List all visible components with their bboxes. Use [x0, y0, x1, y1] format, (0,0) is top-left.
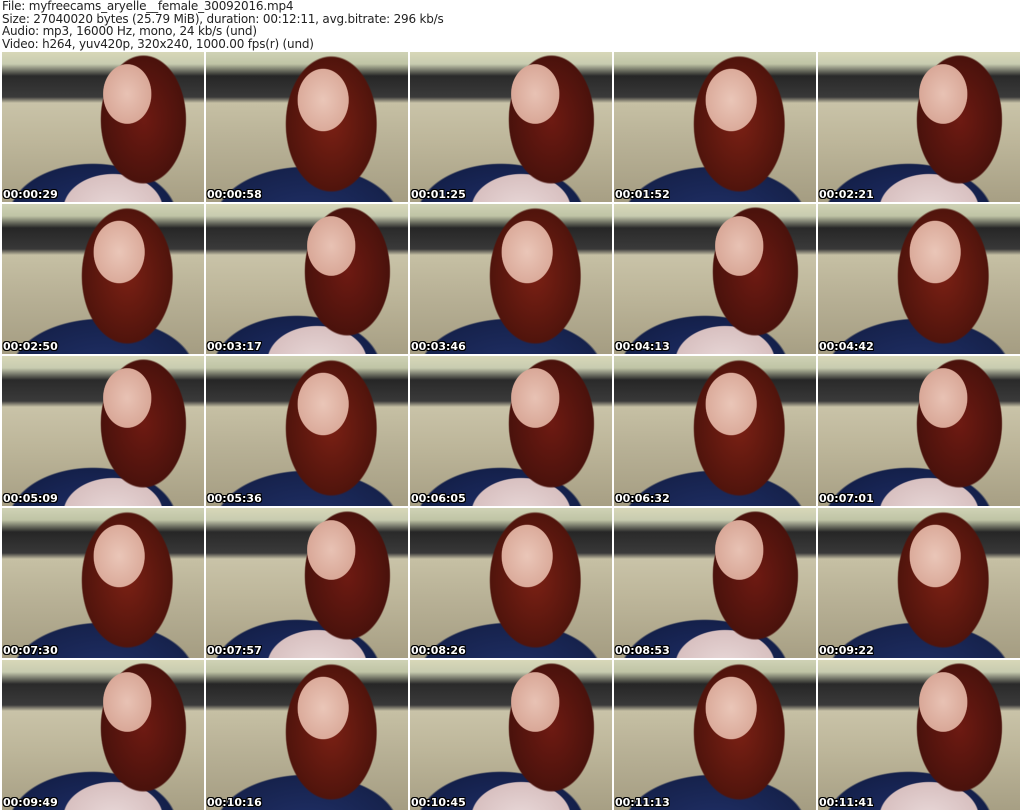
file-info-header: File: myfreecams_aryelle__female_3009201…: [2, 0, 444, 50]
video-thumbnail: 00:02:50: [2, 204, 204, 354]
video-thumbnail: 00:07:30: [2, 508, 204, 658]
thumbnail-timestamp: 00:07:01: [819, 492, 874, 505]
thumbnail-timestamp: 00:02:21: [819, 188, 874, 201]
video-thumbnail: 00:09:22: [818, 508, 1020, 658]
thumbnail-timestamp: 00:04:42: [819, 340, 874, 353]
thumbnail-timestamp: 00:09:49: [3, 796, 58, 809]
thumbnail-timestamp: 00:06:05: [411, 492, 466, 505]
file-name: File: myfreecams_aryelle__female_3009201…: [2, 0, 294, 13]
video-thumbnail: 00:07:01: [818, 356, 1020, 506]
thumbnail-timestamp: 00:03:17: [207, 340, 262, 353]
thumbnail-timestamp: 00:00:29: [3, 188, 58, 201]
video-thumbnail: 00:01:52: [614, 52, 816, 202]
video-thumbnail: 00:00:29: [2, 52, 204, 202]
video-thumbnail: 00:01:25: [410, 52, 612, 202]
video-thumbnail: 00:05:36: [206, 356, 408, 506]
video-thumbnail: 00:11:13: [614, 660, 816, 810]
video-thumbnail: 00:08:26: [410, 508, 612, 658]
video-thumbnail: 00:09:49: [2, 660, 204, 810]
thumbnail-timestamp: 00:11:41: [819, 796, 874, 809]
thumbnail-grid: 00:00:29 00:00:58 00:01:25 00:01:52 00:02:21…: [2, 52, 1020, 810]
thumbnail-timestamp: 00:01:25: [411, 188, 466, 201]
thumbnail-timestamp: 00:06:32: [615, 492, 670, 505]
video-thumbnail: 00:06:32: [614, 356, 816, 506]
audio-info: Audio: mp3, 16000 Hz, mono, 24 kb/s (und…: [2, 24, 257, 38]
video-thumbnail: 00:04:42: [818, 204, 1020, 354]
thumbnail-timestamp: 00:09:22: [819, 644, 874, 657]
thumbnail-timestamp: 00:07:57: [207, 644, 262, 657]
thumbnail-timestamp: 00:05:09: [3, 492, 58, 505]
video-thumbnail: 00:10:16: [206, 660, 408, 810]
thumbnail-timestamp: 00:01:52: [615, 188, 670, 201]
video-thumbnail: 00:03:17: [206, 204, 408, 354]
thumbnail-timestamp: 00:10:45: [411, 796, 466, 809]
thumbnail-timestamp: 00:08:53: [615, 644, 670, 657]
video-thumbnail: 00:06:05: [410, 356, 612, 506]
thumbnail-timestamp: 00:02:50: [3, 340, 58, 353]
video-thumbnail: 00:03:46: [410, 204, 612, 354]
thumbnail-timestamp: 00:11:13: [615, 796, 670, 809]
thumbnail-timestamp: 00:05:36: [207, 492, 262, 505]
video-thumbnail: 00:00:58: [206, 52, 408, 202]
thumbnail-timestamp: 00:07:30: [3, 644, 58, 657]
video-thumbnail: 00:10:45: [410, 660, 612, 810]
thumbnail-timestamp: 00:08:26: [411, 644, 466, 657]
video-thumbnail: 00:05:09: [2, 356, 204, 506]
video-thumbnail: 00:04:13: [614, 204, 816, 354]
thumbnail-timestamp: 00:00:58: [207, 188, 262, 201]
video-thumbnail: 00:08:53: [614, 508, 816, 658]
thumbnail-timestamp: 00:03:46: [411, 340, 466, 353]
thumbnail-timestamp: 00:10:16: [207, 796, 262, 809]
video-thumbnail: 00:07:57: [206, 508, 408, 658]
video-thumbnail: 00:11:41: [818, 660, 1020, 810]
thumbnail-timestamp: 00:04:13: [615, 340, 670, 353]
video-thumbnail: 00:02:21: [818, 52, 1020, 202]
video-info: Video: h264, yuv420p, 320x240, 1000.00 f…: [2, 36, 314, 51]
